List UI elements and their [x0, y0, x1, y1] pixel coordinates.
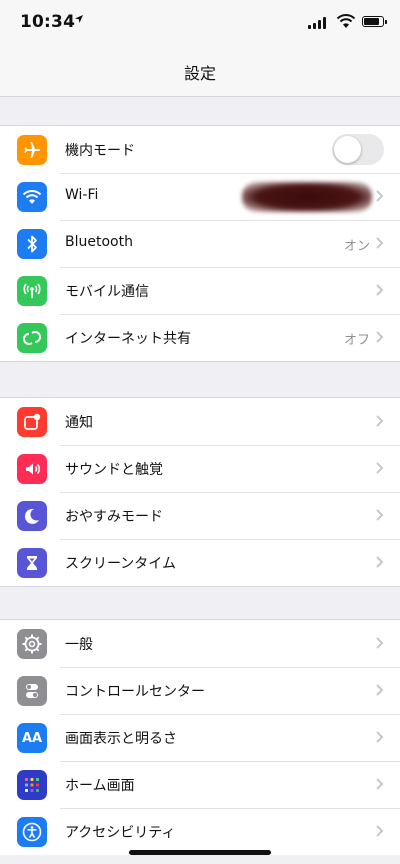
home-indicator[interactable] [129, 850, 271, 855]
row-airplane-mode[interactable]: 機内モード [0, 126, 400, 173]
hourglass-icon [17, 548, 47, 578]
battery-icon [362, 16, 387, 27]
row-label: おやすみモード [65, 509, 163, 525]
chevron-right-icon [376, 731, 384, 743]
row-label: スクリーンタイム [65, 556, 177, 572]
location-arrow-icon [74, 13, 84, 27]
row-notifications[interactable]: 通知 [0, 398, 400, 445]
row-label: コントロールセンター [65, 684, 205, 700]
text-size-icon: AA [17, 723, 47, 753]
row-bluetooth[interactable]: Bluetooth オン [0, 220, 400, 267]
row-accessibility[interactable]: アクセシビリティ [0, 808, 400, 855]
row-mobile-data[interactable]: モバイル通信 [0, 267, 400, 314]
row-label: モバイル通信 [65, 284, 149, 300]
row-label: 通知 [65, 415, 93, 431]
gear-icon [17, 629, 47, 659]
chevron-right-icon [376, 462, 384, 474]
chevron-right-icon [376, 331, 384, 343]
row-wifi[interactable]: Wi-Fi [0, 173, 400, 220]
chevron-right-icon [376, 556, 384, 568]
row-label: Bluetooth [65, 234, 133, 250]
row-display-brightness[interactable]: AA 画面表示と明るさ [0, 714, 400, 761]
hotspot-status: オフ [343, 333, 370, 348]
chevron-right-icon [376, 825, 384, 837]
row-label: ホーム画面 [65, 778, 135, 794]
row-label: サウンドと触覚 [65, 462, 163, 478]
row-screen-time[interactable]: スクリーンタイム [0, 539, 400, 586]
switches-icon [17, 676, 47, 706]
moon-icon [17, 501, 47, 531]
row-label: 一般 [65, 637, 93, 653]
row-general[interactable]: 一般 [0, 620, 400, 667]
status-bar: 10:34 [0, 0, 400, 44]
redacted-network-name [242, 182, 372, 212]
row-label: Wi-Fi [65, 187, 99, 203]
page-title: 設定 [183, 64, 216, 83]
wifi-status-icon [336, 13, 356, 29]
airplane-mode-toggle[interactable] [332, 134, 384, 165]
row-label: 画面表示と明るさ [65, 731, 177, 747]
wifi-icon [17, 182, 47, 212]
home-screen-icon [17, 770, 47, 800]
chevron-right-icon [376, 637, 384, 649]
settings-group-general: 一般 コントロールセンター AA 画面表示と明るさ ホーム画面 アクセシビリティ [0, 619, 400, 855]
row-personal-hotspot[interactable]: インターネット共有 オフ [0, 314, 400, 361]
antenna-icon [17, 276, 47, 306]
row-home-screen[interactable]: ホーム画面 [0, 761, 400, 808]
cellular-signal-icon [308, 16, 330, 29]
row-do-not-disturb[interactable]: おやすみモード [0, 492, 400, 539]
speaker-icon [17, 454, 47, 484]
settings-group-notifications: 通知 サウンドと触覚 おやすみモード スクリーンタイム [0, 397, 400, 587]
chevron-right-icon [376, 684, 384, 696]
chevron-right-icon [376, 284, 384, 296]
settings-group-connectivity: 機内モード Wi-Fi Bluetooth オン モバイル通信 インターネット共… [0, 125, 400, 362]
row-control-center[interactable]: コントロールセンター [0, 667, 400, 714]
chevron-right-icon [376, 415, 384, 427]
row-label: インターネット共有 [65, 331, 191, 347]
row-sounds-haptics[interactable]: サウンドと触覚 [0, 445, 400, 492]
navigation-bar: 設定 [0, 44, 400, 97]
chevron-right-icon [376, 778, 384, 790]
clock: 10:34 [20, 12, 76, 32]
chevron-right-icon [376, 190, 384, 202]
chevron-right-icon [376, 509, 384, 521]
accessibility-icon [17, 817, 47, 847]
bluetooth-status: オン [343, 239, 370, 254]
bluetooth-icon [17, 229, 47, 259]
notification-icon [17, 407, 47, 437]
row-label: 機内モード [65, 143, 135, 159]
airplane-icon [17, 135, 47, 165]
row-label: アクセシビリティ [65, 825, 176, 841]
chevron-right-icon [376, 237, 384, 249]
hotspot-icon [17, 323, 47, 353]
